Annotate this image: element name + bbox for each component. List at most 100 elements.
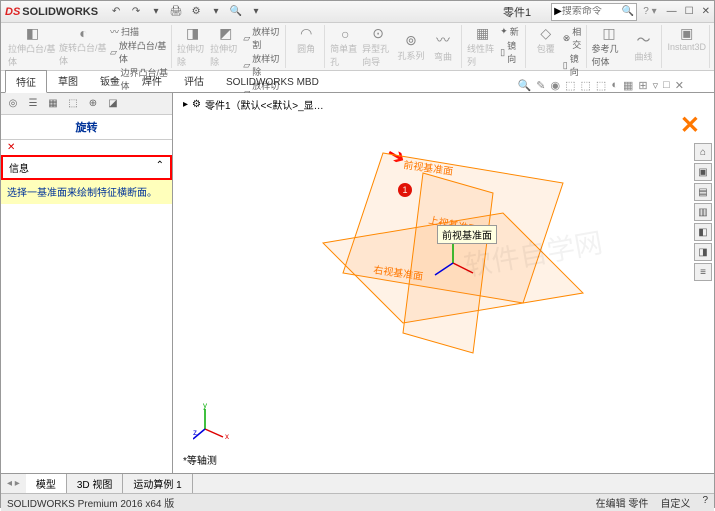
window-controls: — ☐ ✕ (667, 6, 710, 17)
print-button[interactable]: 🖨 (168, 4, 184, 20)
tab-mbd[interactable]: SOLIDWORKS MBD (215, 73, 330, 92)
appearance-icon[interactable]: ⊕ (85, 95, 101, 111)
new-button[interactable]: ✦新 (500, 25, 522, 38)
tab-features[interactable]: 特征 (5, 70, 47, 93)
svg-text:y: y (203, 401, 207, 410)
tab-weldments[interactable]: 焊件 (131, 69, 173, 92)
view-tool-icon[interactable]: ▿ (653, 79, 659, 92)
custom-props-icon[interactable]: ≡ (694, 263, 712, 281)
loft-cut-button[interactable]: ▱放样切割 (243, 25, 282, 51)
dim-icon[interactable]: ⬚ (65, 95, 81, 111)
linear-pattern-button[interactable]: ▦线性阵列 (467, 25, 498, 68)
config-icon[interactable]: ▦ (45, 95, 61, 111)
main-area: ◎ ☰ ▦ ⬚ ⊕ ◪ 旋转 ✕ 信息 ⌃ 选择一基准面来绘制特征横断面。 ▸ … (1, 93, 714, 473)
view-tool-icon[interactable]: 🔍 (518, 79, 532, 92)
tab-evaluate[interactable]: 评估 (173, 69, 215, 92)
close-icon[interactable]: ✕ (680, 111, 700, 140)
task-pane: ⌂ ▣ ▤ ▥ ◧ ◨ ≡ (694, 143, 712, 281)
info-message: 选择一基准面来绘制特征横断面。 (1, 180, 172, 204)
curves-button[interactable]: 〜曲线 (628, 30, 658, 63)
hole-wizard-button[interactable]: ⊙异型孔向导 (362, 25, 394, 68)
redo-button[interactable]: ↷ (128, 4, 144, 20)
view-tool-icon[interactable]: ✕ (675, 79, 684, 92)
panel-title: 旋转 (1, 115, 172, 140)
breadcrumb-text: 零件1（默认<<默认>_显… (205, 97, 324, 112)
search-input[interactable] (562, 6, 622, 17)
view-orientation-label: *等轴测 (183, 452, 217, 467)
file-explorer-icon[interactable]: ▥ (694, 203, 712, 221)
collapse-icon[interactable]: ⌃ (156, 160, 164, 175)
flex-button[interactable]: 〰弯曲 (428, 30, 458, 63)
appearances-icon[interactable]: ◨ (694, 243, 712, 261)
svg-text:z: z (193, 428, 197, 437)
resources-icon[interactable]: ▣ (694, 163, 712, 181)
feature-tree-icon[interactable]: ◎ (5, 95, 21, 111)
instant3d-button[interactable]: ▣Instant3D (667, 25, 706, 52)
quick-access-toolbar: ↶ ↷ ▾ 🖨 ⚙ ▾ 🔍 ▾ (108, 4, 264, 20)
panel-tabs: ◎ ☰ ▦ ⬚ ⊕ ◪ (1, 93, 172, 115)
tab-3dview[interactable]: 3D 视图 (67, 474, 124, 493)
title-bar: DS SOLIDWORKS ↶ ↷ ▾ 🖨 ⚙ ▾ 🔍 ▾ 零件1 ▶ 🔍 ? … (1, 1, 714, 23)
help-button[interactable]: ? ▾ (643, 6, 656, 17)
loft-boss-button[interactable]: ▱放样凸台/基体 (110, 39, 168, 65)
property-icon[interactable]: ☰ (25, 95, 41, 111)
reference-planes[interactable]: 前视基准面 上视基准面 右视基准面 (253, 123, 643, 403)
design-library-icon[interactable]: ▤ (694, 183, 712, 201)
search-icon: ▶ (554, 6, 562, 17)
view-palette-icon[interactable]: ◧ (694, 223, 712, 241)
bottom-tabs: ◂ ▸ 模型 3D 视图 运动算例 1 (1, 473, 714, 493)
status-bar: SOLIDWORKS Premium 2016 x64 版 在编辑 零件 自定义… (1, 493, 714, 511)
display-icon[interactable]: ◪ (105, 95, 121, 111)
close-button[interactable]: ✕ (702, 6, 710, 17)
search-go-icon[interactable]: 🔍 (622, 6, 634, 17)
wrap-button[interactable]: ◇包覆 (531, 25, 561, 78)
tab-motion[interactable]: 运动算例 1 (123, 474, 192, 493)
dropdown-icon[interactable]: ▾ (208, 4, 224, 20)
view-tool-icon[interactable]: □ (663, 79, 670, 92)
property-manager: ◎ ☰ ▦ ⬚ ⊕ ◪ 旋转 ✕ 信息 ⌃ 选择一基准面来绘制特征横断面。 (1, 93, 173, 473)
mirror-button[interactable]: ▯镜向 (563, 52, 583, 78)
brand-icon: DS (5, 6, 20, 18)
feature-tree-flyout[interactable]: ▸ ⚙ 零件1（默认<<默认>_显… (183, 97, 324, 112)
view-tool-icon[interactable]: ▦ (623, 79, 633, 92)
view-triad: x y z (193, 401, 233, 443)
expand-icon[interactable]: ▸ (183, 99, 188, 110)
view-tool-icon[interactable]: ◐ (611, 79, 618, 92)
ribbon: ◧拉伸凸台/基体 ◐旋转凸台/基体 〰扫描 ▱放样凸台/基体 ▭边界凸台/基体 … (1, 23, 714, 71)
view-tool-icon[interactable]: ◉ (550, 79, 560, 92)
view-tool-icon[interactable]: ⊞ (638, 79, 647, 92)
graphics-area[interactable]: ▸ ⚙ 零件1（默认<<默认>_显… ✕ ⌂ ▣ ▤ ▥ ◧ ◨ ≡ ➔ 1 前… (173, 93, 714, 473)
options-button[interactable]: ⚙ (188, 4, 204, 20)
simple-hole-button[interactable]: ○简单直孔 (330, 26, 360, 68)
undo-button[interactable]: ↶ (108, 4, 124, 20)
mirror-button[interactable]: ▯镜向 (500, 39, 522, 65)
search-button[interactable]: 🔍 (228, 4, 244, 20)
maximize-button[interactable]: ☐ (685, 6, 694, 17)
cancel-button[interactable]: ✕ (1, 140, 172, 155)
home-icon[interactable]: ⌂ (694, 143, 712, 161)
dropdown-icon[interactable]: ▾ (248, 4, 264, 20)
view-toolbar: 🔍 ✎ ◉ ⬚ ⬚ ⬚ ◐ ▦ ⊞ ▿ □ ✕ (518, 79, 714, 92)
info-header[interactable]: 信息 ⌃ (1, 155, 172, 180)
brand-text: SOLIDWORKS (22, 6, 98, 18)
search-box[interactable]: ▶ 🔍 (551, 3, 637, 21)
view-tool-icon[interactable]: ✎ (536, 79, 545, 92)
fillet-button[interactable]: ◠圆角 (291, 25, 321, 55)
ref-geometry-button[interactable]: ◫参考几何体 (592, 25, 627, 68)
command-tabs: 特征 草图 钣金 焊件 评估 SOLIDWORKS MBD 🔍 ✎ ◉ ⬚ ⬚ … (1, 71, 714, 93)
dropdown-icon[interactable]: ▾ (148, 4, 164, 20)
view-tool-icon[interactable]: ⬚ (565, 79, 575, 92)
intersect-button[interactable]: ⊗相交 (563, 25, 583, 51)
minimize-button[interactable]: — (667, 6, 677, 17)
tab-model[interactable]: 模型 (26, 474, 67, 493)
view-tool-icon[interactable]: ⬚ (581, 79, 591, 92)
plane-tooltip: 前视基准面 (437, 225, 497, 244)
document-title: 零件1 (503, 4, 531, 20)
tab-sketch[interactable]: 草图 (47, 69, 89, 92)
svg-text:x: x (225, 432, 229, 441)
tab-sheetmetal[interactable]: 钣金 (89, 69, 131, 92)
tabs-arrows[interactable]: ◂ ▸ (1, 478, 26, 489)
view-tool-icon[interactable]: ⬚ (596, 79, 606, 92)
sweep-button[interactable]: 〰扫描 (110, 25, 168, 38)
hole-series-button[interactable]: ⊚孔系列 (396, 32, 426, 62)
